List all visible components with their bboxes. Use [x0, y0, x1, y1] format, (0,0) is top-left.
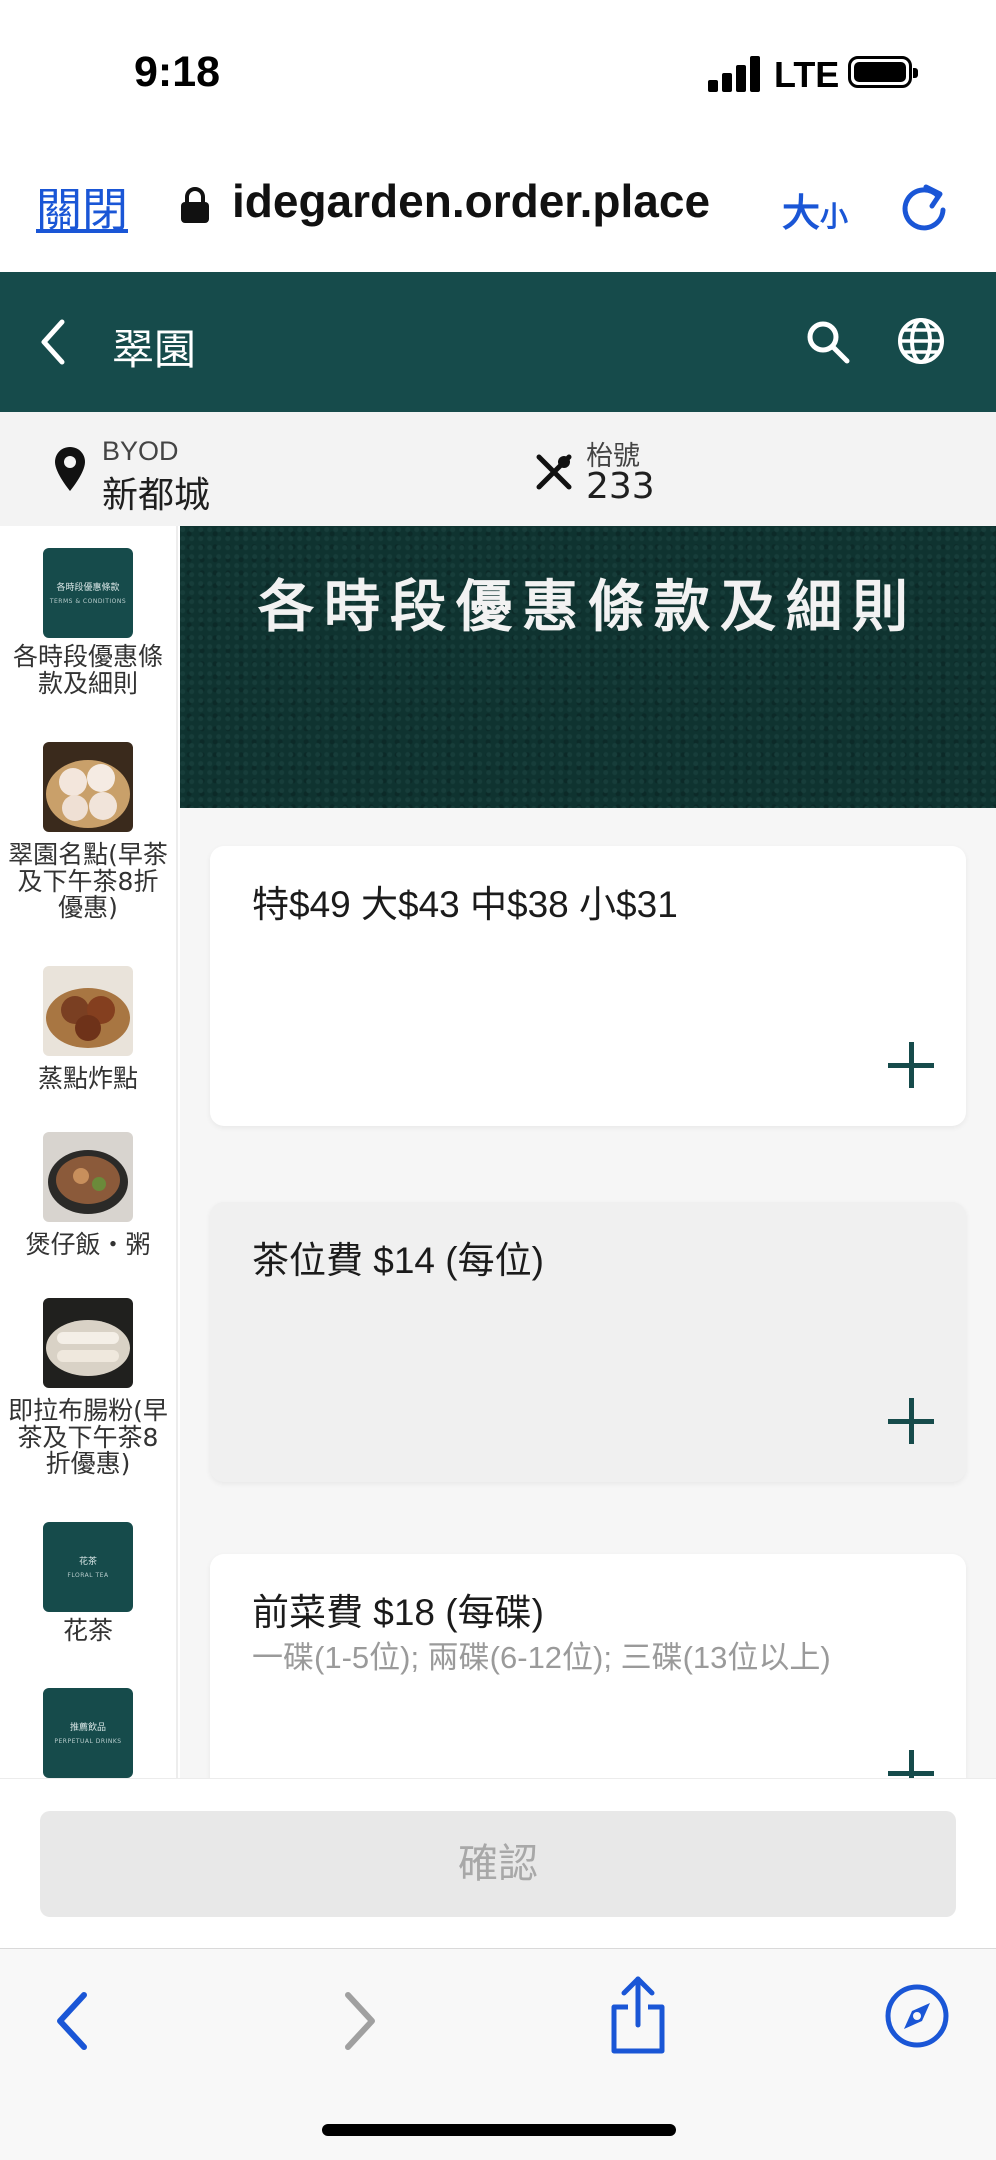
store-name: 新都城 — [102, 475, 211, 516]
section-banner: 各時段優惠條款及細則 — [180, 526, 996, 808]
confirm-footer: 確認 — [0, 1778, 996, 1948]
menu-item-title: 茶位費 $14 (每位) — [252, 1240, 544, 1281]
compass-icon[interactable] — [884, 1983, 950, 2049]
category-sidebar: 各時段優惠條款 TERMS & CONDITIONS 各時段優惠條款及細則 翠園… — [0, 526, 178, 1778]
browser-forward-icon[interactable] — [340, 1989, 380, 2053]
thumbnail-subtext: TERMS & CONDITIONS — [49, 598, 127, 605]
menu-item-card[interactable]: 茶位費 $14 (每位) — [210, 1202, 966, 1482]
category-label: 蒸點炸點 — [37, 1064, 138, 1093]
text-size-button[interactable]: 大小 — [782, 182, 848, 237]
browser-url-bar: 關閉 idegarden.order.place 大小 — [0, 140, 996, 270]
category-label: 各時段優惠條款及細則 — [12, 642, 163, 698]
menu-item-title: 特$49 大$43 中$38 小$31 — [252, 884, 678, 925]
category-item-claypot-congee[interactable]: 煲仔飯・粥 — [0, 1132, 176, 1259]
thumbnail-text: 花茶 — [78, 1557, 97, 1567]
category-label: 即拉布腸粉(早茶及下午茶8折優惠) — [8, 1396, 168, 1478]
search-icon[interactable] — [804, 318, 852, 366]
banner-title: 各時段優惠條款及細則 — [258, 575, 918, 640]
share-icon[interactable] — [608, 1975, 668, 2055]
utensils-icon — [536, 454, 572, 490]
battery-icon — [848, 56, 918, 88]
globe-icon[interactable] — [896, 316, 946, 366]
category-thumbnail: 各時段優惠條款 TERMS & CONDITIONS — [43, 548, 133, 638]
home-indicator — [322, 2124, 676, 2136]
text-size-small: 小 — [820, 200, 849, 233]
status-time: 9:18 — [134, 48, 221, 96]
category-item-drinks[interactable]: 推薦飲品 PERPETUAL DRINKS — [0, 1688, 176, 1778]
url-field[interactable]: idegarden.order.place — [232, 174, 752, 228]
add-item-button[interactable] — [888, 1042, 934, 1088]
category-item-steamed-fried[interactable]: 蒸點炸點 — [0, 966, 176, 1093]
network-type: LTE — [774, 54, 840, 95]
category-label: 翠園名點(早茶及下午茶8折優惠) — [8, 840, 168, 922]
thumbnail-text: 各時段優惠條款 — [56, 583, 120, 593]
app-header: 翠園 — [0, 272, 996, 412]
category-thumbnail: 推薦飲品 PERPETUAL DRINKS — [43, 1688, 133, 1778]
menu-item-card[interactable]: 前菜費 $18 (每碟) 一碟(1-5位); 兩碟(6-12位); 三碟(13位… — [210, 1554, 966, 1778]
add-item-button[interactable] — [888, 1398, 934, 1444]
category-item-terms[interactable]: 各時段優惠條款 TERMS & CONDITIONS 各時段優惠條款及細則 — [0, 548, 176, 697]
category-item-rice-rolls[interactable]: 即拉布腸粉(早茶及下午茶8折優惠) — [0, 1298, 176, 1478]
signal-icon — [708, 56, 762, 92]
rice-roll-photo — [43, 1298, 133, 1388]
category-item-signature-dimsum[interactable]: 翠園名點(早茶及下午茶8折優惠) — [0, 742, 176, 922]
back-icon[interactable] — [34, 316, 74, 368]
claypot-photo — [43, 1132, 133, 1222]
thumbnail-subtext: PERPETUAL DRINKS — [54, 1738, 122, 1745]
category-label: 花茶 — [62, 1616, 113, 1645]
menu-item-title: 前菜費 $18 (每碟) — [252, 1592, 544, 1633]
store-label: BYOD — [102, 436, 179, 466]
text-size-big: 大 — [782, 191, 821, 235]
order-info-bar: BYOD 新都城 枱號 233 — [0, 412, 996, 526]
category-label: 煲仔飯・粥 — [25, 1230, 151, 1259]
confirm-button[interactable]: 確認 — [40, 1811, 956, 1917]
category-thumbnail: 花茶 FLORAL TEA — [43, 1522, 133, 1612]
thumbnail-subtext: FLORAL TEA — [67, 1572, 109, 1579]
table-number: 233 — [586, 466, 655, 507]
category-item-floral-tea[interactable]: 花茶 FLORAL TEA 花茶 — [0, 1522, 176, 1645]
menu-item-card[interactable]: 特$49 大$43 中$38 小$31 — [210, 846, 966, 1126]
thumbnail-text: 推薦飲品 — [69, 1723, 106, 1733]
add-item-button[interactable] — [888, 1750, 934, 1778]
lock-icon — [181, 187, 209, 223]
dimsum-photo — [43, 742, 133, 832]
browser-back-icon[interactable] — [52, 1989, 92, 2053]
restaurant-title: 翠園 — [112, 325, 197, 374]
status-bar: 9:18 LTE — [0, 0, 996, 140]
location-pin-icon — [55, 447, 85, 491]
steamed-dimsum-photo — [43, 966, 133, 1056]
close-button[interactable]: 關閉 — [36, 174, 128, 240]
menu-content: 各時段優惠條款及細則 特$49 大$43 中$38 小$31 茶位費 $14 (… — [180, 526, 996, 1778]
reload-icon[interactable] — [896, 180, 952, 236]
menu-item-subtitle: 一碟(1-5位); 兩碟(6-12位); 三碟(13位以上) — [252, 1640, 831, 1675]
